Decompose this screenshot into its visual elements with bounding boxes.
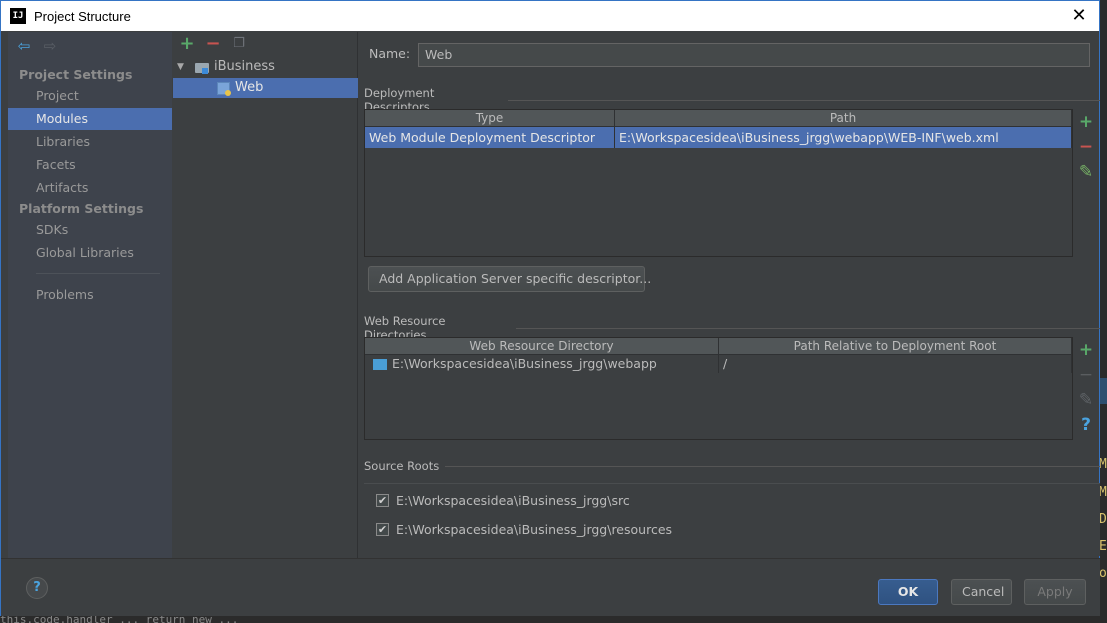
module-tree-toolbar: + − ❐ — [179, 35, 247, 53]
edit-web-resource-pencil-icon[interactable]: ✎ — [1078, 391, 1094, 409]
platform-settings-header: Platform Settings — [19, 201, 144, 216]
column-header-relative-path[interactable]: Path Relative to Deployment Root — [719, 338, 1072, 355]
source-root-src[interactable]: ✔ E:\Workspacesidea\iBusiness_jrgg\src — [376, 493, 630, 508]
help-question-icon[interactable]: ? — [1078, 416, 1094, 434]
editor-right-char: D — [1099, 512, 1107, 527]
module-folder-icon — [195, 61, 209, 74]
group-divider — [507, 99, 1100, 101]
web-resource-directories-table: Web Resource Directory Path Relative to … — [364, 337, 1073, 440]
table-header: Web Resource Directory Path Relative to … — [365, 338, 1072, 355]
source-root-path: E:\Workspacesidea\iBusiness_jrgg\src — [396, 493, 630, 508]
directory-path: E:\Workspacesidea\iBusiness_jrgg\webapp — [392, 356, 657, 371]
dialog-button-bar: ? OK Cancel Apply — [1, 558, 1100, 616]
sidebar-item-facets[interactable]: Facets — [8, 154, 172, 176]
back-arrow-icon[interactable]: ⇦ — [16, 38, 32, 54]
sidebar-item-libraries[interactable]: Libraries — [8, 131, 172, 153]
settings-sidebar: ⇦ ⇨ Project Settings Project Modules Lib… — [8, 32, 172, 558]
window-title: Project Structure — [34, 8, 131, 24]
sidebar-item-global-libraries[interactable]: Global Libraries — [8, 242, 172, 264]
intellij-app-icon: IJ — [10, 8, 26, 24]
apply-button[interactable]: Apply — [1024, 579, 1086, 605]
directory-cell: E:\Workspacesidea\iBusiness_jrgg\webapp — [365, 355, 719, 373]
help-button[interactable]: ? — [26, 577, 48, 599]
source-root-resources[interactable]: ✔ E:\Workspacesidea\iBusiness_jrgg\resou… — [376, 522, 672, 537]
history-navigation: ⇦ ⇨ — [16, 38, 58, 54]
web-facet-icon — [217, 81, 231, 96]
source-root-checkbox[interactable]: ✔ — [376, 494, 389, 507]
ok-button[interactable]: OK — [878, 579, 938, 605]
tree-node-ibusiness[interactable]: ▼ iBusiness — [173, 57, 358, 77]
sidebar-item-modules[interactable]: Modules — [8, 108, 172, 130]
remove-module-minus-icon[interactable]: − — [205, 35, 221, 53]
sidebar-item-project[interactable]: Project — [8, 85, 172, 107]
project-settings-header: Project Settings — [19, 67, 133, 82]
editor-right-char: M — [1099, 457, 1107, 472]
edit-descriptor-pencil-icon[interactable]: ✎ — [1078, 163, 1094, 181]
module-tree-panel: + − ❐ ▼ iBusiness Web — [173, 32, 358, 558]
table-row[interactable]: Web Module Deployment Descriptor E:\Work… — [365, 127, 1072, 148]
remove-descriptor-minus-icon[interactable]: − — [1078, 138, 1094, 156]
deployment-descriptors-table: Type Path Web Module Deployment Descript… — [364, 109, 1073, 257]
sidebar-item-problems[interactable]: Problems — [8, 284, 172, 306]
editor-highlight-stripe-right — [1099, 378, 1107, 404]
facet-settings-panel: Name: Web Deployment Descriptors Type Pa… — [359, 32, 1100, 558]
title-bar: IJ Project Structure ✕ — [1, 1, 1099, 31]
add-server-descriptor-button[interactable]: Add Application Server specific descript… — [368, 266, 651, 292]
relative-path-cell: / — [719, 355, 1072, 373]
project-structure-dialog: IJ Project Structure ✕ ⇦ ⇨ Project Setti… — [0, 0, 1100, 616]
source-root-checkbox[interactable]: ✔ — [376, 523, 389, 536]
tree-node-label: Web — [235, 80, 264, 95]
web-folder-icon — [373, 358, 387, 370]
editor-right-char: E — [1099, 539, 1107, 554]
close-icon[interactable]: ✕ — [1069, 6, 1089, 26]
add-descriptor-plus-icon[interactable]: + — [1078, 113, 1094, 131]
editor-right-char: M — [1099, 485, 1107, 500]
cancel-button[interactable]: Cancel — [951, 579, 1012, 605]
column-header-web-resource-directory[interactable]: Web Resource Directory — [365, 338, 719, 355]
copy-module-icon[interactable]: ❐ — [231, 35, 247, 53]
sidebar-item-sdks[interactable]: SDKs — [8, 219, 172, 241]
table-row[interactable]: E:\Workspacesidea\iBusiness_jrgg\webapp … — [365, 355, 1072, 373]
add-module-plus-icon[interactable]: + — [179, 35, 195, 53]
expand-arrow-icon[interactable]: ▼ — [177, 57, 187, 77]
name-label: Name: — [369, 46, 411, 61]
tree-node-label: iBusiness — [214, 59, 275, 74]
add-web-resource-plus-icon[interactable]: + — [1078, 341, 1094, 359]
group-title: Source Roots — [364, 459, 440, 473]
column-header-type[interactable]: Type — [365, 110, 615, 127]
descriptor-toolbar: + − ✎ — [1073, 113, 1099, 181]
table-header: Type Path — [365, 110, 1072, 127]
forward-arrow-icon[interactable]: ⇨ — [42, 38, 58, 54]
descriptor-path-cell: E:\Workspacesidea\iBusiness_jrgg\webapp\… — [615, 127, 1072, 148]
sidebar-divider — [36, 273, 160, 274]
editor-right-char: o — [1099, 566, 1107, 581]
column-header-path[interactable]: Path — [615, 110, 1072, 127]
sidebar-item-artifacts[interactable]: Artifacts — [8, 177, 172, 199]
name-field[interactable]: Web — [418, 43, 1090, 67]
group-divider — [516, 327, 1100, 329]
web-resource-toolbar: + − ✎ ? — [1073, 341, 1099, 434]
tree-node-web[interactable]: Web — [173, 78, 358, 98]
descriptor-type-cell: Web Module Deployment Descriptor — [365, 127, 615, 148]
source-root-path: E:\Workspacesidea\iBusiness_jrgg\resourc… — [396, 522, 673, 537]
remove-web-resource-minus-icon[interactable]: − — [1078, 366, 1094, 384]
source-roots-group: Source Roots — [364, 459, 1100, 473]
group-divider — [445, 465, 1100, 467]
